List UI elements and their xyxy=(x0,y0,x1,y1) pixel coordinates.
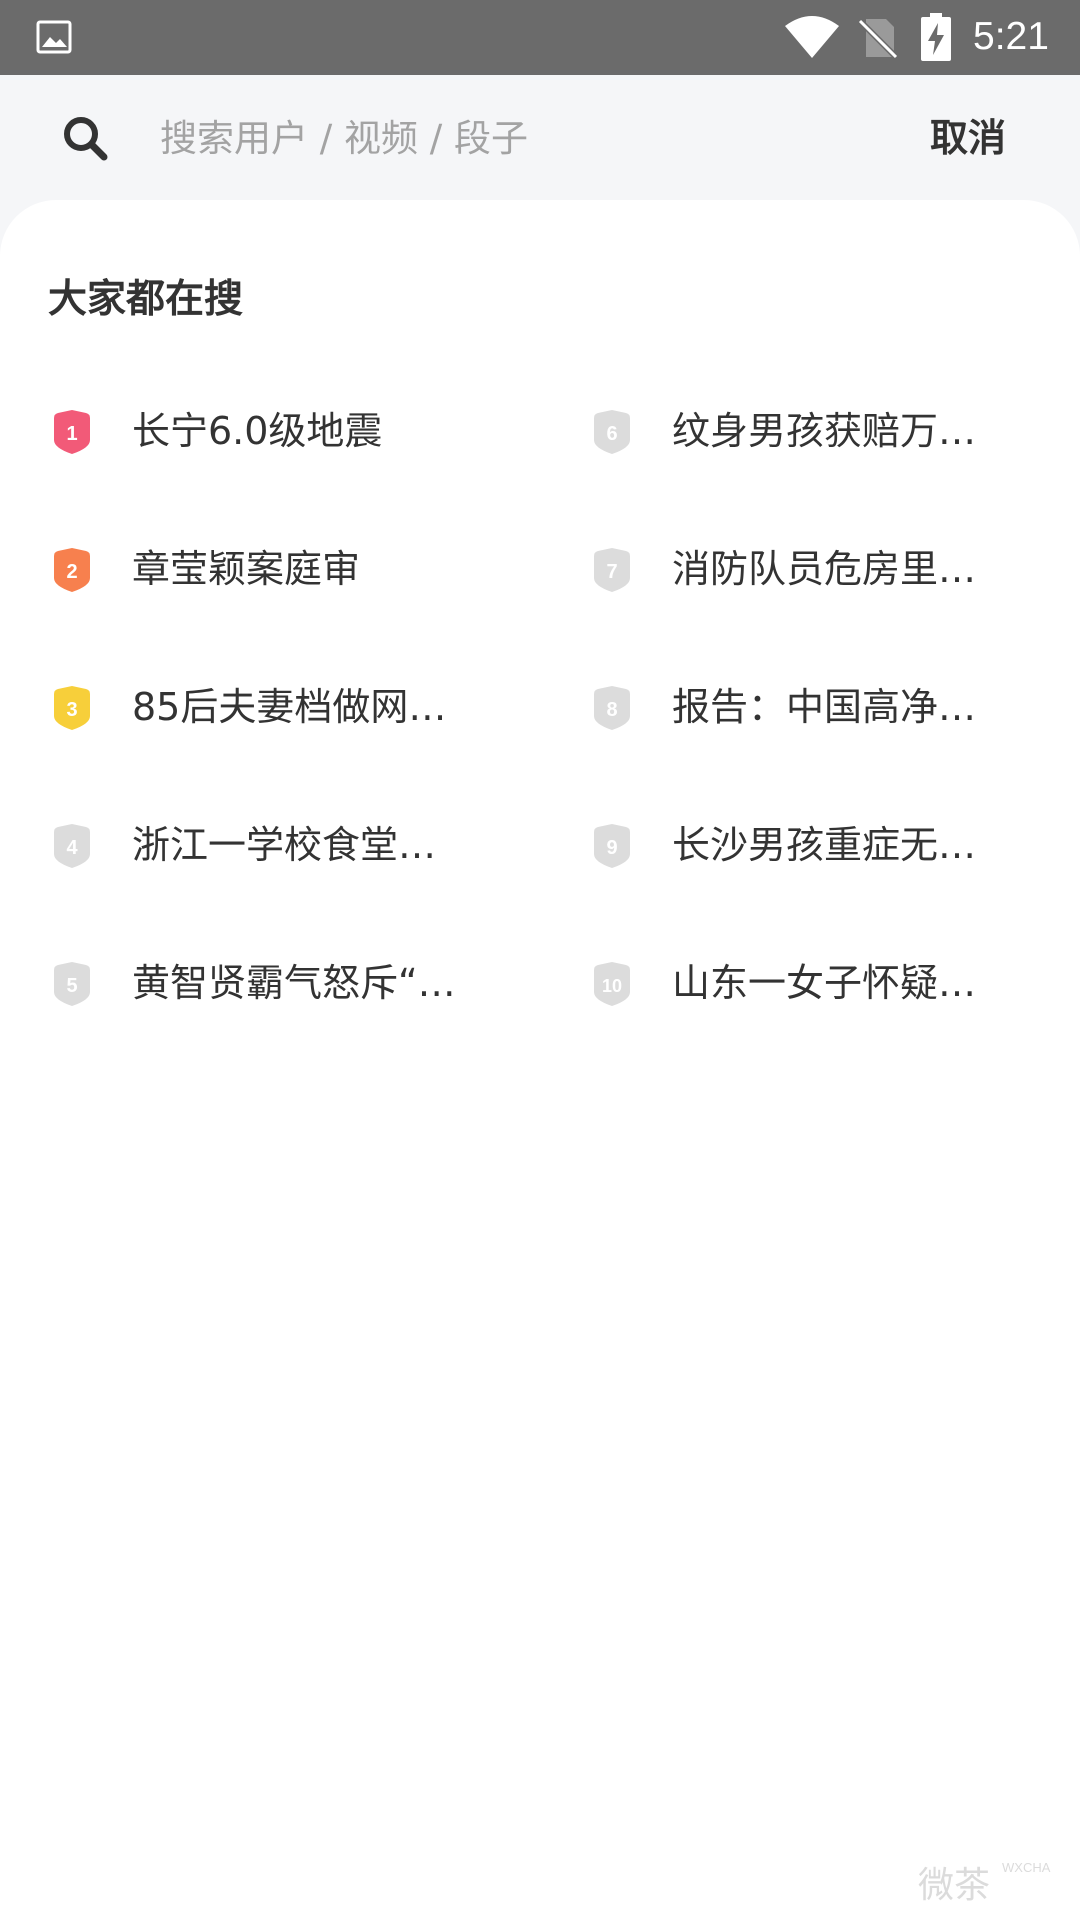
trend-text: 黄智贤霸气怒斥“… xyxy=(132,961,456,1005)
wifi-icon xyxy=(785,16,839,58)
search-icon[interactable] xyxy=(61,114,109,162)
trend-text: 消防队员危房里… xyxy=(672,547,977,591)
rank-number: 5 xyxy=(66,975,77,997)
rank-badge-icon: 9 xyxy=(594,824,630,868)
rank-number: 10 xyxy=(602,976,622,996)
trend-item-10[interactable]: 10 山东一女子怀疑… xyxy=(590,943,1050,1023)
rank-badge-icon: 4 xyxy=(54,824,90,868)
trend-item-7[interactable]: 7 消防队员危房里… xyxy=(590,529,1050,609)
trend-item-5[interactable]: 5 黄智贤霸气怒斥“… xyxy=(50,943,510,1023)
no-sim-icon xyxy=(858,18,898,59)
trend-text: 纹身男孩获赔万… xyxy=(672,409,977,453)
trend-item-8[interactable]: 8 报告：中国高净… xyxy=(590,667,1050,747)
rank-number: 9 xyxy=(606,837,617,859)
rank-badge-icon: 8 xyxy=(594,686,630,730)
rank-badge-icon: 1 xyxy=(54,410,90,454)
cancel-button[interactable]: 取消 xyxy=(930,108,1006,168)
trend-text: 章莹颖案庭审 xyxy=(132,547,361,591)
rank-badge-icon: 10 xyxy=(594,962,630,1006)
trend-text: 长宁6.0级地震 xyxy=(132,409,383,453)
rank-badge-icon: 2 xyxy=(54,548,90,592)
rank-number: 1 xyxy=(66,423,77,445)
rank-number: 4 xyxy=(66,837,78,859)
rank-badge-icon: 5 xyxy=(54,962,90,1006)
watermark: 微茶 WXCHA xyxy=(918,1856,1068,1908)
search-input[interactable] xyxy=(160,108,910,168)
trend-text: 山东一女子怀疑… xyxy=(672,961,977,1005)
status-time: 5:21 xyxy=(973,15,1049,58)
rank-badge-icon: 3 xyxy=(54,686,90,730)
section-title: 大家都在搜 xyxy=(48,277,244,322)
gallery-icon xyxy=(36,20,72,54)
watermark-subtext: WXCHA xyxy=(1002,1860,1051,1875)
trend-item-3[interactable]: 3 85后夫妻档做网… xyxy=(50,667,510,747)
trend-text: 报告：中国高净… xyxy=(672,685,977,729)
trend-text: 长沙男孩重症无… xyxy=(672,823,977,867)
trend-item-6[interactable]: 6 纹身男孩获赔万… xyxy=(590,391,1050,471)
watermark-text: 微茶 xyxy=(918,1865,991,1906)
rank-number: 7 xyxy=(606,561,617,583)
rank-number: 2 xyxy=(66,561,77,583)
trend-item-2[interactable]: 2 章莹颖案庭审 xyxy=(50,529,510,609)
rank-number: 3 xyxy=(66,699,77,721)
trend-item-9[interactable]: 9 长沙男孩重症无… xyxy=(590,805,1050,885)
rank-badge-icon: 6 xyxy=(594,410,630,454)
rank-number: 8 xyxy=(606,699,617,721)
trend-text: 浙江一学校食堂… xyxy=(132,823,437,867)
battery-charging-icon xyxy=(921,13,951,61)
trending-card: 大家都在搜 1 长宁6.0级地震 2 章莹颖案庭审 3 85后夫妻档做网… 4 … xyxy=(0,200,1080,1920)
status-bar: 5:21 xyxy=(0,0,1080,75)
trend-item-4[interactable]: 4 浙江一学校食堂… xyxy=(50,805,510,885)
trend-item-1[interactable]: 1 长宁6.0级地震 xyxy=(50,391,510,471)
rank-number: 6 xyxy=(606,423,617,445)
rank-badge-icon: 7 xyxy=(594,548,630,592)
trend-text: 85后夫妻档做网… xyxy=(132,685,447,729)
